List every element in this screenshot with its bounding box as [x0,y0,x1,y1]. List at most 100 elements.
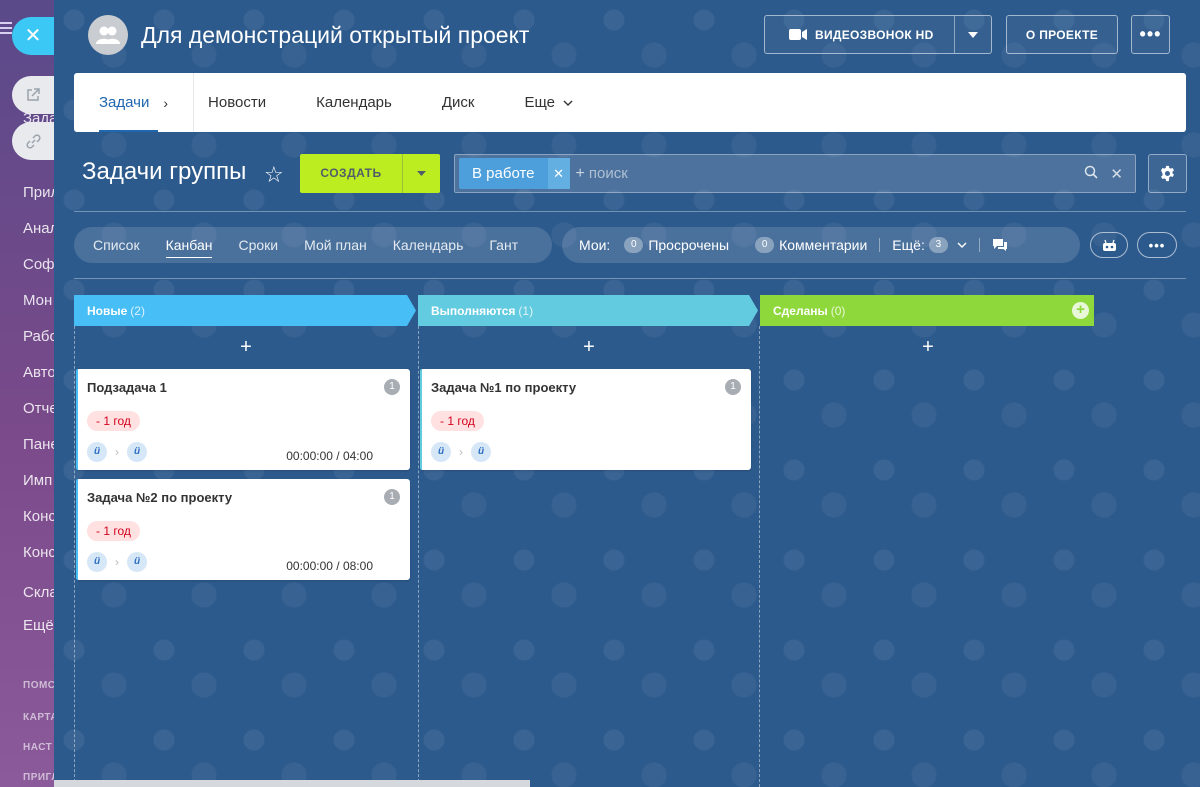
sidebar-link[interactable]: НАСТ [23,742,52,753]
close-icon[interactable]: ✕ [547,158,570,189]
view-deadlines[interactable]: Сроки [238,237,278,253]
sidebar-link[interactable]: ПОМС [23,680,56,691]
more-options-button[interactable]: ••• [1137,232,1177,258]
search-input[interactable]: поиск [589,165,1085,182]
star-icon[interactable]: ☆ [264,162,284,188]
gear-icon[interactable] [1148,154,1187,193]
column-count: (0) [830,303,846,318]
chevron-down-icon [563,100,573,106]
divider [978,238,980,252]
filter-tag-label: В работе [472,165,535,182]
add-task-icon[interactable]: + [579,336,599,359]
comment-count-badge: 1 [725,379,741,395]
sidebar-item[interactable]: Отче [23,400,58,417]
scrollbar[interactable] [54,780,530,787]
more-counters-label[interactable]: Ещё: [892,237,925,253]
filter-tag[interactable]: В работе ✕ [459,158,570,189]
time-tracking: 00:00:00 / 08:00 [286,559,373,573]
task-users: ü › ü [431,442,491,462]
deadline-badge[interactable]: - 1 год [431,411,484,431]
avatar[interactable]: ü [127,442,147,462]
copy-link-icon[interactable] [12,122,54,160]
column-border [418,326,419,787]
sidebar-item[interactable]: Конс [23,544,56,561]
chat-icon[interactable] [992,238,1008,253]
counters-label: Мои: [579,237,611,253]
comment-count-badge: 1 [384,379,400,395]
video-call-label: ВИДЕОЗВОНОК HD [815,27,934,42]
plus-icon[interactable]: + [576,165,585,183]
comments-link[interactable]: Комментарии [779,237,867,253]
open-in-new-window-icon[interactable] [12,76,54,114]
overdue-link[interactable]: Просрочены [648,237,729,253]
column-border [74,326,75,787]
avatar[interactable]: ü [127,552,147,572]
column-done-header[interactable]: Сделаны (0) + [760,295,1094,326]
chevron-right-icon: › [115,555,119,569]
task-users: ü › ü [87,552,147,572]
column-title: Сделаны [773,303,828,318]
menu-icon[interactable] [0,22,12,36]
sidebar-item[interactable]: Имп [23,472,52,489]
video-camera-icon [789,29,807,40]
more-counters-count: 3 [928,237,948,253]
deadline-badge[interactable]: - 1 год [87,411,140,431]
avatar[interactable]: ü [471,442,491,462]
divider [879,238,881,252]
overdue-count: 0 [624,237,644,253]
avatar[interactable]: ü [87,552,107,572]
column-in-progress-header[interactable]: Выполняются (1) [418,295,758,326]
search-icon[interactable] [1084,165,1098,183]
tab-tasks[interactable]: Задачи › [74,73,193,132]
clear-icon[interactable]: ✕ [1110,165,1123,183]
view-gantt[interactable]: Гант [489,237,518,253]
sidebar-item[interactable]: Рабо [23,328,58,345]
chevron-down-icon[interactable] [957,242,967,248]
page-title: Для демонстраций открытый проект [141,21,530,48]
group-panel: Для демонстраций открытый проект ВИДЕОЗВ… [54,0,1200,787]
column-title: Выполняются [431,303,516,318]
video-call-button[interactable]: ВИДЕОЗВОНОК HD [764,15,992,54]
add-task-icon[interactable]: + [236,336,256,359]
tab-news[interactable]: Новости [194,73,291,132]
chevron-down-icon[interactable] [955,31,991,38]
column-count: (2) [130,303,145,318]
column-title: Новые [87,303,128,318]
deadline-badge[interactable]: - 1 год [87,521,140,541]
caret-down-icon[interactable] [403,168,440,179]
task-card[interactable]: Подзадача 1 1 - 1 год ü › ü 00:00:00 / 0… [76,369,410,470]
column-new-header[interactable]: Новые (2) [74,295,416,326]
filter-search-bar[interactable]: В работе ✕ + поиск ✕ [454,154,1136,193]
sidebar-item[interactable]: Соф [23,256,55,273]
tab-label: Еще [524,94,555,111]
sidebar-item[interactable]: Авто [23,364,56,381]
sidebar-item[interactable]: Скла [23,584,58,601]
sidebar-item[interactable]: Ещё [23,617,54,634]
sidebar-item[interactable]: Мон [23,292,52,309]
task-title[interactable]: Подзадача 1 [87,380,167,395]
group-avatar-icon [88,15,128,55]
tab-more[interactable]: Еще [499,73,598,132]
view-list[interactable]: Список [93,237,140,253]
view-calendar[interactable]: Календарь [393,237,464,253]
more-button[interactable]: ••• [1131,15,1170,54]
tab-calendar[interactable]: Календарь [291,73,417,132]
view-kanban[interactable]: Канбан [165,237,212,258]
avatar[interactable]: ü [87,442,107,462]
avatar[interactable]: ü [431,442,451,462]
tab-disk[interactable]: Диск [417,73,500,132]
about-project-button[interactable]: О ПРОЕКТЕ [1006,15,1118,54]
task-card[interactable]: Задача №2 по проекту 1 - 1 год ü › ü 00:… [76,479,410,580]
task-title[interactable]: Задача №2 по проекту [87,490,232,505]
task-card[interactable]: Задача №1 по проекту 1 - 1 год ü › ü [420,369,751,470]
robot-icon[interactable] [1090,232,1128,258]
sidebar-link[interactable]: КАРТА [23,712,58,723]
add-column-icon[interactable]: + [1072,302,1089,319]
create-button[interactable]: СОЗДАТЬ [300,154,440,193]
add-task-icon[interactable]: + [918,336,938,359]
close-slider-button[interactable]: ✕ [12,17,54,55]
view-my-plan[interactable]: Мой план [304,237,367,253]
task-title[interactable]: Задача №1 по проекту [431,380,576,395]
sidebar-item[interactable]: Конс [23,508,56,525]
divider [74,278,1186,279]
